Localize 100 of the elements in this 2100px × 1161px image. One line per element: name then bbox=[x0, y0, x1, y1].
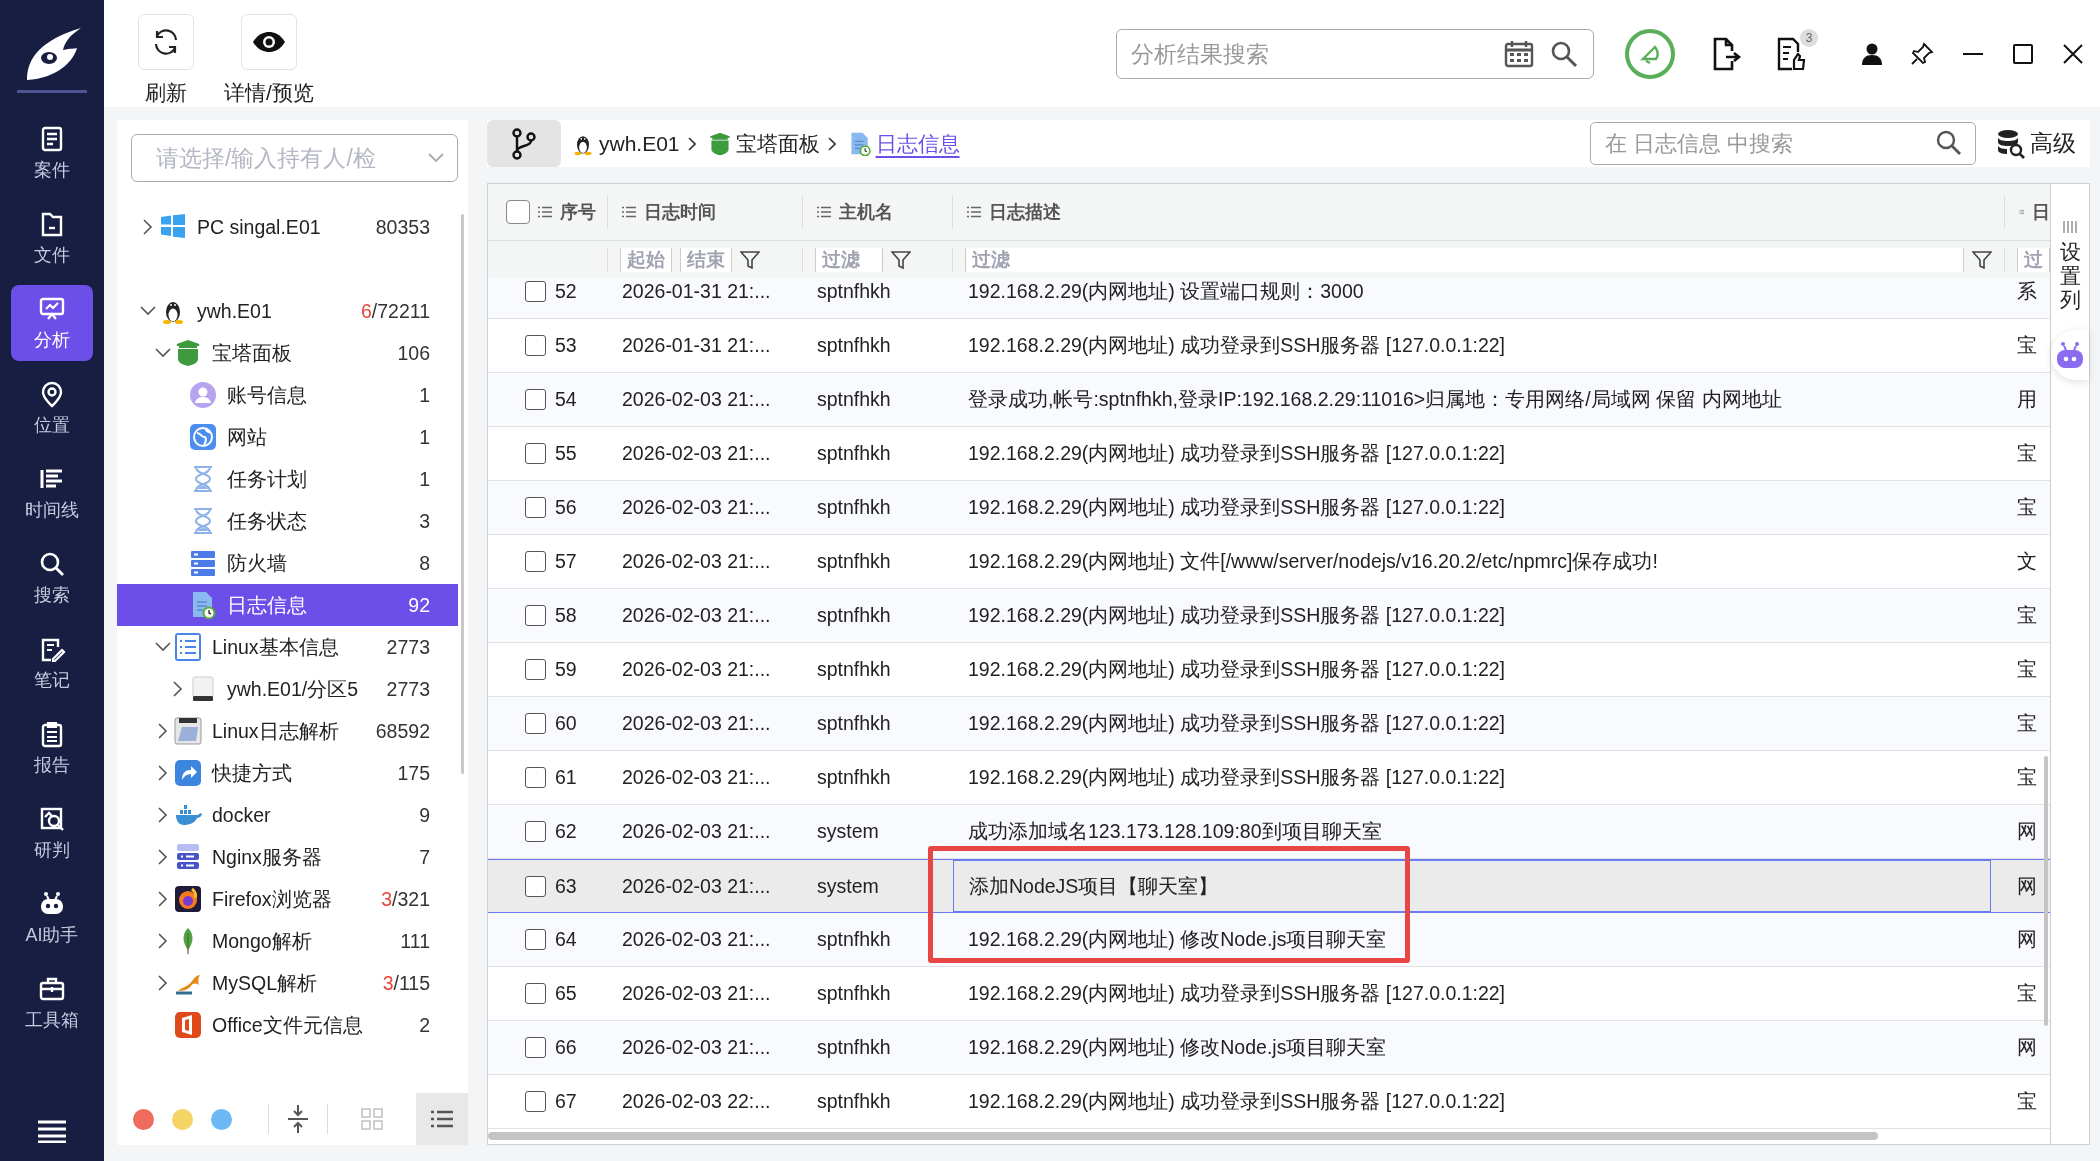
nav-item[interactable]: 报告 bbox=[11, 710, 93, 786]
checkbox[interactable] bbox=[525, 497, 546, 518]
nav-item[interactable]: 工具箱 bbox=[11, 965, 93, 1041]
tree-item[interactable]: Linux日志解析 68592 bbox=[117, 710, 468, 752]
list-view-button[interactable] bbox=[416, 1093, 468, 1145]
checkbox[interactable] bbox=[525, 551, 546, 572]
advanced-search-button[interactable]: 高级 bbox=[1996, 128, 2076, 159]
tree-item[interactable]: Nginx服务器 7 bbox=[117, 836, 468, 878]
tree-item[interactable]: 任务状态 3 bbox=[117, 500, 468, 542]
document-like-icon bbox=[1776, 37, 1806, 71]
table-row[interactable]: 63 2026-02-03 21:... system 添加NodeJS项目【聊天室】 网 bbox=[488, 859, 2050, 913]
tree-item[interactable]: PC singal.E01 80353 bbox=[117, 206, 468, 248]
table-cell-text: 宝 bbox=[2016, 1089, 2038, 1114]
tree-label: 宝塔面板 bbox=[212, 340, 292, 366]
chevron-down-icon bbox=[154, 347, 172, 359]
color-tag-dot[interactable] bbox=[172, 1108, 193, 1130]
nav-item[interactable]: AI助手 bbox=[11, 880, 93, 956]
breadcrumb-separator-icon bbox=[827, 136, 836, 151]
item-count: 3 bbox=[419, 509, 430, 533]
checkbox[interactable] bbox=[525, 767, 546, 788]
tree-item[interactable]: ywh.E01 6/72211 bbox=[117, 290, 468, 332]
checkbox[interactable] bbox=[525, 443, 546, 464]
tree-item[interactable]: 账号信息 1 bbox=[117, 374, 468, 416]
column-header[interactable]: 日志时间 bbox=[608, 196, 803, 228]
branch-button[interactable] bbox=[487, 120, 561, 167]
checkbox[interactable] bbox=[525, 335, 546, 356]
color-tag-dot[interactable] bbox=[133, 1108, 154, 1130]
tree-item[interactable]: 宝塔面板 106 bbox=[117, 332, 468, 374]
tree-item[interactable]: MySQL解析 3/115 bbox=[117, 962, 468, 1004]
scrollbar[interactable] bbox=[488, 1132, 1878, 1140]
item-count: 92 bbox=[408, 593, 430, 617]
office-icon bbox=[174, 1011, 202, 1039]
table-row[interactable]: 56 2026-02-03 21:... sptnfhkh 192.168.2.29(内网地址) 成功登录到SSH服务器 [127.0.0.1:22] 宝 bbox=[488, 481, 2050, 535]
tree-item[interactable]: Mongo解析 111 bbox=[117, 920, 468, 962]
column-header[interactable]: 主机名 bbox=[803, 196, 953, 228]
tree-item[interactable]: 任务计划 1 bbox=[117, 458, 468, 500]
table-row[interactable]: 64 2026-02-03 21:... sptnfhkh 192.168.2.29(内网地址) 修改Node.js项目聊天室 网 bbox=[488, 913, 2050, 967]
tree-item[interactable]: Firefox浏览器 3/321 bbox=[117, 878, 468, 920]
tree-item[interactable]: 网站 1 bbox=[117, 416, 468, 458]
tree-item[interactable]: 快捷方式 175 bbox=[117, 752, 468, 794]
preview-button[interactable]: 详情/预览 bbox=[224, 14, 314, 107]
checkbox[interactable] bbox=[506, 200, 530, 224]
scrollbar[interactable] bbox=[2044, 756, 2048, 1026]
tree-item[interactable]: 防火墙 8 bbox=[117, 542, 468, 584]
nav-item[interactable]: 文件 bbox=[11, 200, 93, 276]
item-count: 6/72211 bbox=[360, 299, 430, 323]
nav-item[interactable]: 笔记 bbox=[11, 625, 93, 701]
checkbox[interactable] bbox=[525, 713, 546, 734]
server-icon bbox=[189, 549, 217, 577]
columns-icon bbox=[2063, 220, 2077, 234]
tower-icon bbox=[707, 131, 732, 156]
nav-item[interactable]: 搜索 bbox=[11, 540, 93, 616]
checkbox[interactable] bbox=[525, 1037, 546, 1058]
tree-item[interactable]: 日志信息 92 bbox=[117, 584, 458, 626]
tree-item[interactable]: Office文件元信息 2 bbox=[117, 1004, 468, 1046]
checkbox[interactable] bbox=[525, 659, 546, 680]
table-row[interactable]: 52 2026-01-31 21:... sptnfhkh 192.168.2.29(内网地址) 设置端口规则：3000 系 bbox=[488, 278, 2050, 319]
search-field[interactable]: 在 日志信息 中搜索 bbox=[1590, 122, 1976, 165]
table-row[interactable]: 66 2026-02-03 21:... sptnfhkh 192.168.2.29(内网地址) 修改Node.js项目聊天室 网 bbox=[488, 1021, 2050, 1075]
assistant-button[interactable] bbox=[2051, 330, 2089, 380]
nav-item[interactable]: 研判 bbox=[11, 795, 93, 871]
checkbox[interactable] bbox=[525, 929, 546, 950]
checkbox[interactable] bbox=[525, 389, 546, 410]
table-cell-text: 2026-02-03 21:... bbox=[621, 388, 772, 411]
table-cell: 64 bbox=[555, 928, 577, 951]
tree-item[interactable]: ywh.E01/分区5 2773 bbox=[117, 668, 468, 710]
nav-item[interactable]: 时间线 bbox=[11, 455, 93, 531]
nav-item[interactable]: 位置 bbox=[11, 370, 93, 446]
color-tag-dot[interactable] bbox=[211, 1108, 232, 1130]
search-field[interactable]: 分析结果搜索 bbox=[1116, 29, 1594, 79]
table-row[interactable]: 58 2026-02-03 21:... sptnfhkh 192.168.2.29(内网地址) 成功登录到SSH服务器 [127.0.0.1:22] 宝 bbox=[488, 589, 2050, 643]
item-count: 106 bbox=[397, 341, 430, 365]
checkbox[interactable] bbox=[525, 983, 546, 1004]
table-cell-text: sptnfhkh bbox=[816, 658, 892, 681]
table-row[interactable]: 60 2026-02-03 21:... sptnfhkh 192.168.2.29(内网地址) 成功登录到SSH服务器 [127.0.0.1:22] 宝 bbox=[488, 697, 2050, 751]
column-settings-button[interactable]: 设置列 bbox=[2059, 240, 2081, 313]
breadcrumb-link[interactable]: 日志信息 bbox=[875, 129, 960, 158]
table-row[interactable]: 54 2026-02-03 21:... sptnfhkh 登录成功,帐号:sptnfhkh,登录IP:192.168.2.29:11016>归属地：专用网络/局域网 保留 内网地址 用 bbox=[488, 373, 2050, 427]
table-cell-text: 2026-02-03 21:... bbox=[621, 766, 772, 789]
tree-item[interactable]: Linux基本信息 2773 bbox=[117, 626, 468, 668]
column-header[interactable]: 日 bbox=[2005, 196, 2050, 228]
nav-item[interactable]: 案件 bbox=[11, 115, 93, 191]
table-row[interactable]: 67 2026-02-03 22:... sptnfhkh 192.168.2.29(内网地址) 成功登录到SSH服务器 [127.0.0.1:22] 宝 bbox=[488, 1075, 2050, 1129]
table-cell-text: sptnfhkh bbox=[816, 604, 892, 627]
log-window-icon bbox=[174, 717, 202, 745]
checkbox[interactable] bbox=[525, 1091, 546, 1112]
breadcrumb-item[interactable]: 宝塔面板 bbox=[735, 129, 820, 158]
column-header[interactable]: 序号 bbox=[488, 196, 608, 228]
nav-item[interactable]: 分析 bbox=[11, 285, 93, 361]
minimize-icon bbox=[1962, 53, 1984, 55]
checkbox[interactable] bbox=[525, 875, 546, 897]
holder-select-field[interactable]: 请选择/输入持有人/检 bbox=[131, 134, 458, 182]
checkbox[interactable] bbox=[525, 281, 546, 302]
chevron-down-icon bbox=[154, 641, 172, 653]
checkbox[interactable] bbox=[525, 605, 546, 626]
checkbox[interactable] bbox=[525, 821, 546, 842]
column-header[interactable]: 日志描述 bbox=[953, 196, 2005, 228]
table-row[interactable]: 62 2026-02-03 21:... system 成功添加域名123.173.128.109:80到项目聊天室 网 bbox=[488, 805, 2050, 859]
breadcrumb-item[interactable]: ywh.E01 bbox=[599, 131, 680, 156]
tree-item[interactable]: docker 9 bbox=[117, 794, 468, 836]
